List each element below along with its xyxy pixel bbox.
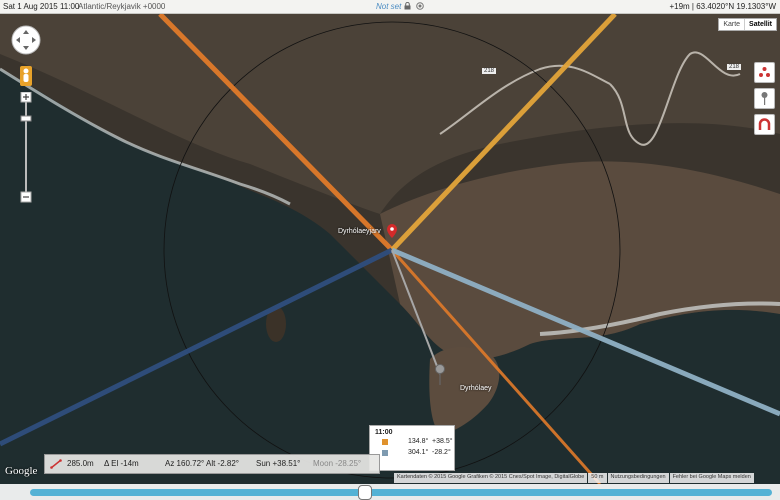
pin-icon [761,92,768,105]
coordinates: +19m | 63.4020°N 19.1303°W [669,2,776,11]
google-logo: Google [5,465,38,477]
sun-altitude: +38.5° [432,438,453,445]
moon-swatch [382,450,388,456]
pin-button[interactable] [754,88,775,109]
info-time: 11:00 [375,429,393,436]
road-shield: 218 [482,68,497,74]
timezone: Atlantic/Reykjavik +0000 [78,2,166,11]
sun-moon-info-box: 11:00 134.8° +38.5° 304.1° -28.2° [369,425,455,471]
moon-altitude: -28.2° [432,449,451,456]
map-type-map[interactable]: Karte [719,19,744,30]
map-type-control: Karte Satellit [718,18,777,31]
time-slider-thumb[interactable] [358,485,372,500]
map-data-credits[interactable]: Kartendaten © 2015 Google Grafiken © 201… [394,473,588,483]
magnet-button[interactable] [754,114,775,135]
time-slider-track[interactable] [30,489,772,496]
azimuth-value: Az 160.72° [165,459,205,468]
status-bar: 285.0m Δ El -14m Az 160.72° Alt -2.82° S… [44,454,380,474]
moon-azimuth: 304.1° [408,449,429,456]
sun-azimuth: 134.8° [408,438,429,445]
eye-icon[interactable] [416,2,424,10]
sun-value: Sun +38.51° [256,459,301,468]
road-shield: 218 [727,64,742,70]
map-view[interactable]: Karte Satellit Dyrhólaeyjarv Dyrhólaey 2… [0,14,780,484]
lock-icon[interactable] [404,2,411,10]
magnet-icon [758,118,771,130]
satellite-imagery [0,14,780,484]
navigation-pad-icon[interactable] [11,25,41,55]
report-error-link[interactable]: Fehler bei Google Maps melden [669,473,754,483]
map-scale[interactable]: 50 m [588,473,607,483]
altitude-value: Alt -2.82° [206,459,239,468]
pegman-icon[interactable] [20,66,32,86]
map-attribution: Kartendaten © 2015 Google Grafiken © 201… [393,473,754,483]
place-label-dyrholaeyjarv: Dyrhólaeyjarv [338,228,381,235]
distance-icon [50,459,62,469]
place-label-dyrholaey: Dyrhólaey [460,385,492,392]
zoom-control[interactable] [20,92,32,204]
layers-button[interactable] [754,62,775,83]
terms-link[interactable]: Nutzungsbedingungen [607,473,669,483]
time-slider[interactable] [0,484,780,500]
location-pin-icon[interactable] [386,224,398,244]
not-set-label[interactable]: Not set [376,2,401,11]
top-bar: Sat 1 Aug 2015 11:00 Atlantic/Reykjavik … [0,0,780,14]
map-type-satellite[interactable]: Satellit [744,19,776,30]
delta-elevation: Δ El -14m [104,459,139,468]
layers-icon [759,67,770,77]
sun-swatch [382,439,388,445]
distance-value: 285.0m [67,459,94,468]
camera-icon[interactable] [434,364,446,386]
moon-value: Moon -28.25° [313,459,362,468]
date-time[interactable]: Sat 1 Aug 2015 11:00 [3,2,79,11]
